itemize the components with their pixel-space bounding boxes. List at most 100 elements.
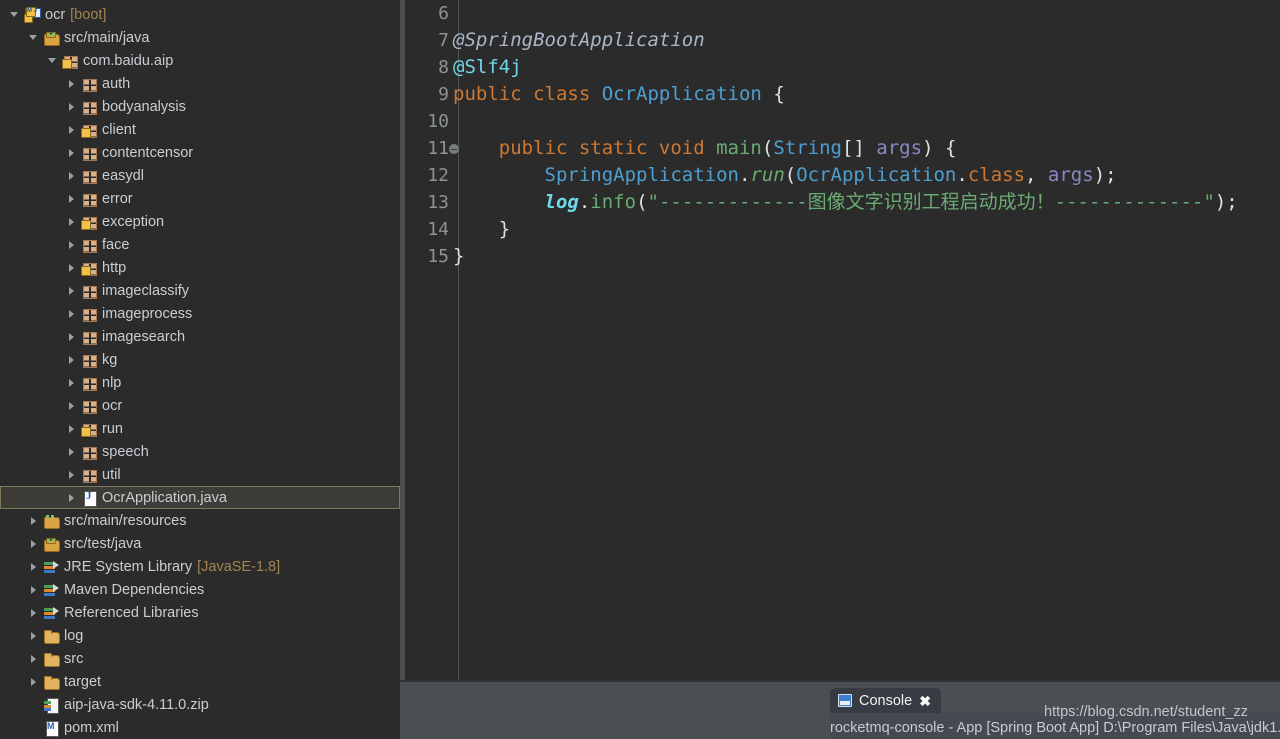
- project-icon: [24, 6, 41, 23]
- code-token: run: [750, 164, 785, 186]
- chevron-right-icon[interactable]: [65, 261, 78, 274]
- chevron-down-icon[interactable]: [8, 8, 21, 21]
- tree-item-maven-dependencies[interactable]: Maven Dependencies: [0, 578, 400, 601]
- tree-item-target[interactable]: target: [0, 670, 400, 693]
- chevron-right-icon[interactable]: [27, 675, 40, 688]
- tree-item-label: kg: [102, 351, 118, 368]
- chevron-down-icon[interactable]: [46, 54, 59, 67]
- tree-item-imagesearch[interactable]: imagesearch: [0, 325, 400, 348]
- tree-item-ocr[interactable]: ocr[boot]: [0, 3, 400, 26]
- chevron-right-icon[interactable]: [27, 652, 40, 665]
- tree-item-log[interactable]: log: [0, 624, 400, 647]
- chevron-right-icon[interactable]: [27, 629, 40, 642]
- folder-icon: [43, 651, 60, 667]
- tab-console[interactable]: Console ✖: [830, 688, 941, 713]
- tree-item-imageprocess[interactable]: imageprocess: [0, 302, 400, 325]
- tree-item-ocrapplication-java[interactable]: OcrApplication.java: [0, 486, 400, 509]
- code-line[interactable]: 8 @Slf4j: [405, 54, 1280, 81]
- chevron-right-icon[interactable]: [27, 514, 40, 527]
- chevron-right-icon[interactable]: [27, 537, 40, 550]
- chevron-right-icon[interactable]: [65, 215, 78, 228]
- tree-item-auth[interactable]: auth: [0, 72, 400, 95]
- tree-item-pom-xml[interactable]: pom.xml: [0, 716, 400, 739]
- tree-item-com-baidu-aip[interactable]: com.baidu.aip: [0, 49, 400, 72]
- chevron-right-icon[interactable]: [65, 77, 78, 90]
- code-line[interactable]: 15}: [405, 243, 1280, 270]
- tree-item-kg[interactable]: kg: [0, 348, 400, 371]
- package-icon: [81, 352, 97, 368]
- tree-item-src-main-resources[interactable]: src/main/resources: [0, 509, 400, 532]
- project-tree[interactable]: ocr[boot]src/main/javacom.baidu.aipauthb…: [0, 0, 400, 739]
- tree-item-http[interactable]: http: [0, 256, 400, 279]
- chevron-right-icon[interactable]: [65, 399, 78, 412]
- close-icon[interactable]: ✖: [919, 694, 931, 708]
- chevron-right-icon[interactable]: [65, 146, 78, 159]
- tree-item-label: easydl: [102, 167, 144, 184]
- chevron-right-icon[interactable]: [65, 192, 78, 205]
- code-token: "-------------图像文字识别工程启动成功！-------------…: [647, 191, 1215, 213]
- code-token: );: [1214, 191, 1238, 213]
- chevron-right-icon[interactable]: [65, 376, 78, 389]
- console-output[interactable]: rocketmq-console - App [Spring Boot App]…: [830, 713, 1280, 739]
- tree-item-aip-java-sdk-4-11-0-zip[interactable]: aip-java-sdk-4.11.0.zip: [0, 693, 400, 716]
- chevron-right-icon[interactable]: [27, 583, 40, 596]
- code-token: args: [1047, 164, 1094, 186]
- chevron-right-icon[interactable]: [65, 100, 78, 113]
- tree-item-exception[interactable]: exception: [0, 210, 400, 233]
- folder-icon: [43, 674, 60, 690]
- chevron-right-icon[interactable]: [65, 445, 78, 458]
- tree-item-contentcensor[interactable]: contentcensor: [0, 141, 400, 164]
- tree-item-nlp[interactable]: nlp: [0, 371, 400, 394]
- chevron-right-icon[interactable]: [65, 307, 78, 320]
- code-line[interactable]: 12 SpringApplication.run(OcrApplication.…: [405, 162, 1280, 189]
- tree-item-bodyanalysis[interactable]: bodyanalysis: [0, 95, 400, 118]
- chevron-right-icon[interactable]: [65, 330, 78, 343]
- chevron-right-icon[interactable]: [65, 422, 78, 435]
- tree-item-jre-system-library[interactable]: JRE System Library [JavaSE-1.8]: [0, 555, 400, 578]
- tree-item-src-test-java[interactable]: src/test/java: [0, 532, 400, 555]
- tree-item-client[interactable]: client: [0, 118, 400, 141]
- chevron-right-icon[interactable]: [27, 606, 40, 619]
- tree-item-label: nlp: [102, 374, 122, 391]
- chevron-right-icon[interactable]: [65, 238, 78, 251]
- tree-item-speech[interactable]: speech: [0, 440, 400, 463]
- tree-item-run[interactable]: run: [0, 417, 400, 440]
- tree-item-label: JRE System Library: [64, 558, 193, 575]
- code-line[interactable]: 14 }: [405, 216, 1280, 243]
- tree-item-referenced-libraries[interactable]: Referenced Libraries: [0, 601, 400, 624]
- chevron-right-icon[interactable]: [27, 560, 40, 573]
- chevron-right-icon[interactable]: [65, 468, 78, 481]
- tree-item-util[interactable]: util: [0, 463, 400, 486]
- source-code[interactable]: 6 7 @SpringBootApplication 8 @Slf4j 9 public c…: [405, 0, 1280, 270]
- code-token: OcrApplication: [796, 164, 957, 186]
- code-line[interactable]: 11 public static void main(String[] args…: [405, 135, 1280, 162]
- code-line[interactable]: 13 log.info("-------------图像文字识别工程启动成功！-…: [405, 189, 1280, 216]
- tree-item-label: util: [102, 466, 121, 483]
- chevron-down-icon[interactable]: [27, 31, 40, 44]
- chevron-right-icon[interactable]: [65, 169, 78, 182]
- code-line[interactable]: 6: [405, 0, 1280, 27]
- xml-file-icon: [43, 720, 59, 737]
- tree-item-src[interactable]: src: [0, 647, 400, 670]
- tree-item-src-main-java[interactable]: src/main/java: [0, 26, 400, 49]
- package-icon: [81, 237, 97, 253]
- tree-item-label: contentcensor: [102, 144, 194, 161]
- tree-item-face[interactable]: face: [0, 233, 400, 256]
- chevron-right-icon[interactable]: [65, 353, 78, 366]
- code-line[interactable]: 9 public class OcrApplication {: [405, 81, 1280, 108]
- tree-item-error[interactable]: error: [0, 187, 400, 210]
- chevron-right-icon[interactable]: [65, 123, 78, 136]
- tree-item-imageclassify[interactable]: imageclassify: [0, 279, 400, 302]
- code-editor[interactable]: 6 7 @SpringBootApplication 8 @Slf4j 9 public c…: [400, 0, 1280, 680]
- code-line[interactable]: 7 @SpringBootApplication: [405, 27, 1280, 54]
- chevron-right-icon[interactable]: [65, 491, 78, 504]
- chevron-right-icon[interactable]: [65, 284, 78, 297]
- tree-item-ocr[interactable]: ocr: [0, 394, 400, 417]
- tree-item-suffix: [boot]: [70, 6, 107, 23]
- code-line[interactable]: 10: [405, 108, 1280, 135]
- package-icon: [81, 99, 97, 115]
- package-icon: [81, 214, 97, 230]
- tree-item-label: http: [102, 259, 127, 276]
- tree-item-easydl[interactable]: easydl: [0, 164, 400, 187]
